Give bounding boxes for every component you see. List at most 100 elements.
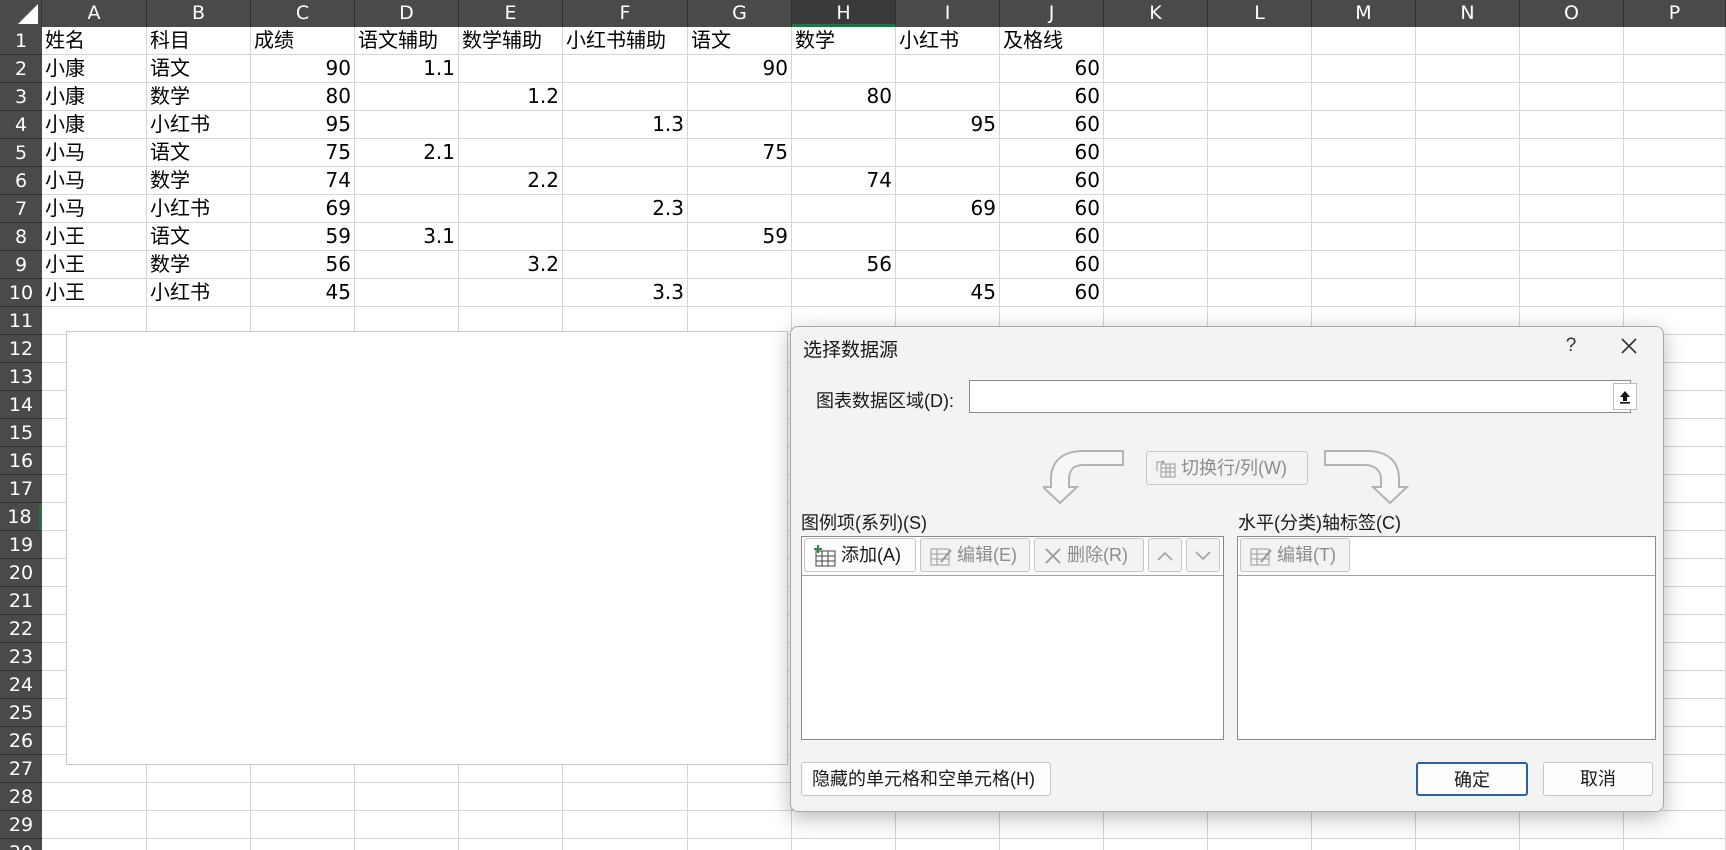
table-number-cell[interactable]: 2.3 [563,195,688,223]
cell-N2[interactable] [1416,55,1520,83]
table-number-cell[interactable] [792,55,896,83]
cell-A30[interactable] [42,839,147,850]
header-cell[interactable]: 小红书 [896,27,1000,55]
table-number-cell[interactable]: 45 [251,279,355,307]
cell-L7[interactable] [1208,195,1312,223]
table-number-cell[interactable]: 60 [1000,55,1104,83]
cell-J29[interactable] [1000,811,1104,839]
cell-K9[interactable] [1104,251,1208,279]
cell-C28[interactable] [251,783,355,811]
cell-M30[interactable] [1312,839,1416,850]
table-number-cell[interactable] [459,55,563,83]
row-header-25[interactable]: 25 [0,699,42,727]
row-header-2[interactable]: 2 [0,55,42,83]
cell-B29[interactable] [147,811,251,839]
cell-E29[interactable] [459,811,563,839]
table-number-cell[interactable]: 60 [1000,195,1104,223]
cell-M1[interactable] [1312,27,1416,55]
cancel-button[interactable]: 取消 [1543,762,1653,796]
column-header-C[interactable]: C [251,0,355,27]
cell-O6[interactable] [1520,167,1624,195]
cell-K6[interactable] [1104,167,1208,195]
table-number-cell[interactable]: 74 [251,167,355,195]
cell-K4[interactable] [1104,111,1208,139]
table-number-cell[interactable]: 95 [251,111,355,139]
select-all-corner[interactable] [0,0,42,27]
cell-D29[interactable] [355,811,459,839]
table-text-cell[interactable]: 小红书 [147,111,251,139]
table-text-cell[interactable]: 小王 [42,279,147,307]
switch-row-column-button[interactable]: 切换行/列(W) [1146,451,1308,485]
column-header-P[interactable]: P [1624,0,1726,27]
cell-L1[interactable] [1208,27,1312,55]
cell-F30[interactable] [563,839,688,850]
header-cell[interactable]: 数学辅助 [459,27,563,55]
cell-K10[interactable] [1104,279,1208,307]
cell-L9[interactable] [1208,251,1312,279]
column-header-B[interactable]: B [147,0,251,27]
row-header-16[interactable]: 16 [0,447,42,475]
cell-F29[interactable] [563,811,688,839]
cell-G28[interactable] [688,783,792,811]
cell-A28[interactable] [42,783,147,811]
row-header-3[interactable]: 3 [0,83,42,111]
table-text-cell[interactable]: 小红书 [147,195,251,223]
row-header-17[interactable]: 17 [0,475,42,503]
header-cell[interactable]: 及格线 [1000,27,1104,55]
cell-N7[interactable] [1416,195,1520,223]
cell-L30[interactable] [1208,839,1312,850]
row-header-6[interactable]: 6 [0,167,42,195]
cell-B30[interactable] [147,839,251,850]
table-number-cell[interactable]: 59 [688,223,792,251]
row-header-26[interactable]: 26 [0,727,42,755]
table-number-cell[interactable]: 80 [792,83,896,111]
cell-L2[interactable] [1208,55,1312,83]
table-number-cell[interactable]: 60 [1000,223,1104,251]
cell-P2[interactable] [1624,55,1726,83]
column-header-E[interactable]: E [459,0,563,27]
cell-O2[interactable] [1520,55,1624,83]
table-text-cell[interactable]: 数学 [147,167,251,195]
table-number-cell[interactable] [355,195,459,223]
cell-M4[interactable] [1312,111,1416,139]
collapse-dialog-button[interactable] [1613,383,1637,410]
move-up-button[interactable] [1148,538,1182,572]
table-number-cell[interactable]: 2.1 [355,139,459,167]
cell-H29[interactable] [792,811,896,839]
cell-O9[interactable] [1520,251,1624,279]
column-header-D[interactable]: D [355,0,459,27]
row-header-14[interactable]: 14 [0,391,42,419]
table-number-cell[interactable] [896,251,1000,279]
table-number-cell[interactable]: 56 [792,251,896,279]
row-header-20[interactable]: 20 [0,559,42,587]
cell-M3[interactable] [1312,83,1416,111]
cell-D28[interactable] [355,783,459,811]
cell-N4[interactable] [1416,111,1520,139]
cell-M8[interactable] [1312,223,1416,251]
table-number-cell[interactable]: 1.3 [563,111,688,139]
table-number-cell[interactable] [896,223,1000,251]
cell-O7[interactable] [1520,195,1624,223]
row-header-15[interactable]: 15 [0,419,42,447]
cell-E30[interactable] [459,839,563,850]
table-text-cell[interactable]: 小康 [42,111,147,139]
row-header-1[interactable]: 1 [0,27,42,55]
cell-K5[interactable] [1104,139,1208,167]
column-header-M[interactable]: M [1312,0,1416,27]
row-header-11[interactable]: 11 [0,307,42,335]
cell-P6[interactable] [1624,167,1726,195]
table-number-cell[interactable]: 2.2 [459,167,563,195]
cell-G29[interactable] [688,811,792,839]
cell-N29[interactable] [1416,811,1520,839]
table-number-cell[interactable] [355,167,459,195]
cell-L6[interactable] [1208,167,1312,195]
chart-data-range-input[interactable] [969,380,1631,413]
axis-labels-list[interactable]: 编辑(T) [1237,536,1656,740]
cell-P8[interactable] [1624,223,1726,251]
cell-B28[interactable] [147,783,251,811]
table-number-cell[interactable] [792,139,896,167]
row-header-23[interactable]: 23 [0,643,42,671]
table-number-cell[interactable] [688,83,792,111]
table-number-cell[interactable] [563,55,688,83]
legend-entries-list[interactable]: 添加(A) 编辑(E) 删除(R) [801,536,1224,740]
